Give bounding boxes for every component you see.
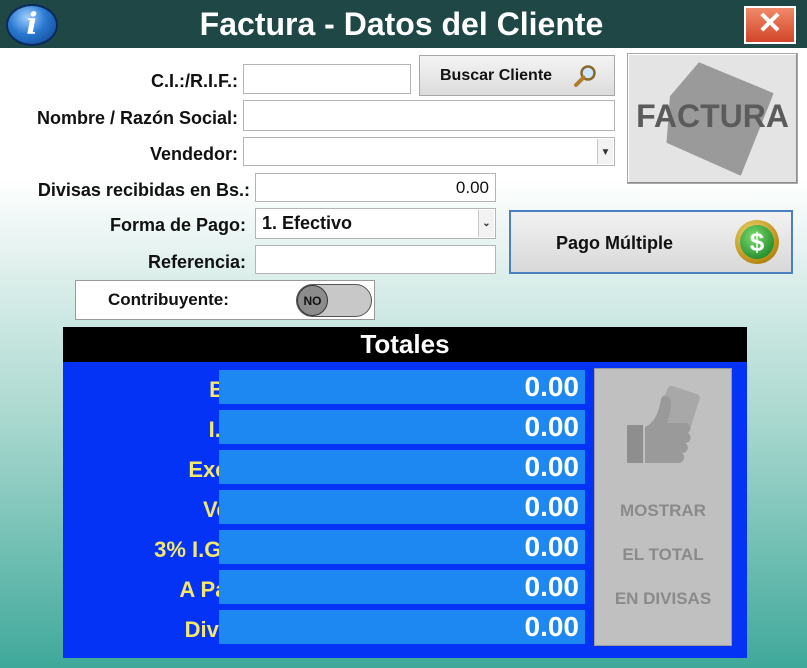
factura-button[interactable]: FACTURA	[627, 53, 798, 184]
total-value-base: 0.00	[219, 370, 585, 404]
pago-multiple-button[interactable]: Pago Múltiple $	[509, 210, 793, 274]
contribuyente-box: Contribuyente: NO	[75, 280, 375, 320]
magnifier-icon	[574, 65, 596, 87]
total-value-venta: 0.00	[219, 490, 585, 524]
dropdown-arrow-icon[interactable]: ▼	[597, 139, 613, 164]
buscar-cliente-label: Buscar Cliente	[440, 67, 553, 84]
referencia-label: Referencia:	[147, 252, 246, 272]
info-icon[interactable]: i	[6, 4, 58, 46]
dollar-glyph: $	[740, 225, 774, 259]
close-icon: ✕	[757, 7, 783, 40]
vendedor-select[interactable]: ▼	[243, 137, 615, 166]
referencia-input[interactable]	[255, 245, 496, 274]
totales-panel: Base: 0.00 I.V.A.: 0.00 Exento: 0.00 Ven…	[63, 362, 747, 658]
chevron-down-icon[interactable]: ⌄	[478, 210, 494, 237]
factura-label: FACTURA	[636, 98, 789, 134]
close-button[interactable]: ✕	[744, 6, 796, 44]
contribuyente-toggle[interactable]: NO	[296, 284, 372, 317]
window-title: Factura - Datos del Cliente	[199, 6, 604, 42]
contribuyente-label: Contribuyente:	[108, 290, 229, 309]
nombre-input[interactable]	[243, 100, 615, 131]
title-bar: i Factura - Datos del Cliente ✕	[0, 0, 807, 48]
thumbs-up-icon	[627, 385, 700, 463]
mostrar-total-divisas-button[interactable]: MOSTRAR EL TOTAL EN DIVISAS	[594, 368, 732, 646]
mostrar-line-3: EN DIVISAS	[614, 589, 712, 608]
buscar-cliente-button[interactable]: Buscar Cliente	[419, 55, 615, 96]
total-value-igtf: 0.00	[219, 530, 585, 564]
ci-rif-input[interactable]	[243, 64, 411, 94]
ci-rif-label: C.I.:/R.I.F.:	[151, 71, 238, 91]
divisas-recibidas-input[interactable]: 0.00	[255, 173, 496, 202]
vendedor-label: Vendedor:	[149, 144, 238, 164]
divisas-recibidas-label: Divisas recibidas en Bs.:	[37, 180, 250, 200]
mostrar-line-2: EL TOTAL	[622, 545, 704, 564]
toggle-knob: NO	[297, 285, 328, 316]
forma-pago-select[interactable]: 1. Efectivo ⌄	[255, 208, 496, 239]
total-value-iva: 0.00	[219, 410, 585, 444]
nombre-label: Nombre / Razón Social:	[36, 108, 238, 128]
forma-pago-value: 1. Efectivo	[262, 213, 353, 233]
forma-pago-label: Forma de Pago:	[109, 215, 246, 235]
pago-multiple-label: Pago Múltiple	[556, 233, 673, 253]
total-value-exento: 0.00	[219, 450, 585, 484]
mostrar-line-1: MOSTRAR	[620, 501, 706, 520]
dollar-coin-icon: $	[735, 220, 779, 264]
total-value-divisas: 0.00	[219, 610, 585, 644]
totales-header: Totales	[63, 327, 747, 362]
total-value-a-pagar: 0.00	[219, 570, 585, 604]
